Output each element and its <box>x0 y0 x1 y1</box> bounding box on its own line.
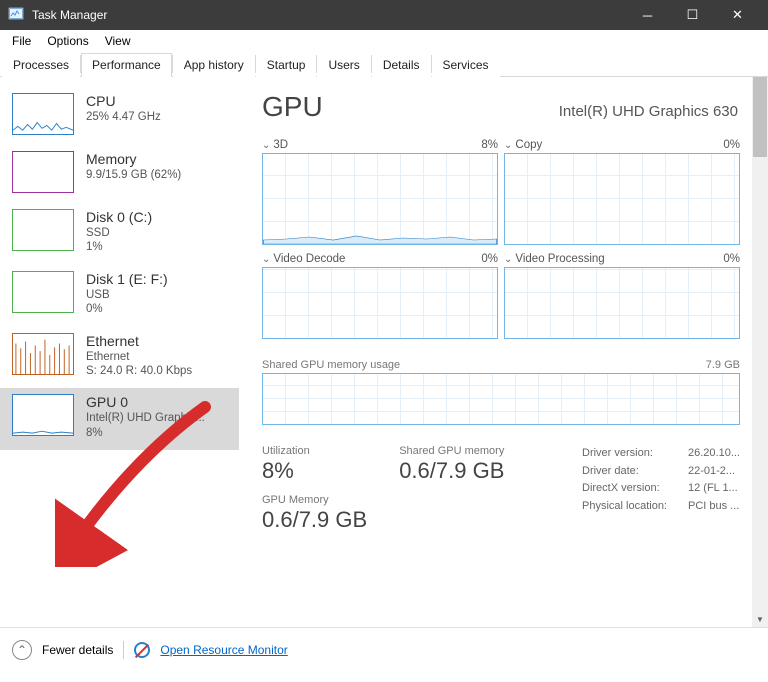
disk0-sub2: 1% <box>86 240 152 254</box>
chart-vd-value: 0% <box>481 253 498 265</box>
scrollbar[interactable]: ▼ <box>752 77 768 627</box>
chart-vd-label[interactable]: Video Decode <box>262 253 345 265</box>
meta-location-k: Physical location: <box>582 498 676 516</box>
eth-sub1: Ethernet <box>86 350 192 364</box>
util-value: 8% <box>262 458 367 484</box>
sidebar-item-gpu0[interactable]: GPU 0Intel(R) UHD Graphic...8% <box>0 388 239 450</box>
smem-value: 0.6/7.9 GB <box>399 458 504 484</box>
menu-options[interactable]: Options <box>39 32 96 50</box>
meta-driver-version-v: 26.20.10... <box>688 445 740 463</box>
tab-services[interactable]: Services <box>432 53 500 77</box>
window-title: Task Manager <box>32 8 625 22</box>
sidebar-item-ethernet[interactable]: EthernetEthernetS: 24.0 R: 40.0 Kbps <box>0 327 239 389</box>
meta-driver-version-k: Driver version: <box>582 445 676 463</box>
close-button[interactable]: ✕ <box>715 0 760 30</box>
disk1-sub2: 0% <box>86 302 168 316</box>
menu-view[interactable]: View <box>97 32 139 50</box>
chart-vp-value: 0% <box>723 253 740 265</box>
cpu-title: CPU <box>86 93 161 109</box>
app-icon <box>8 7 24 23</box>
disk1-sub1: USB <box>86 288 168 302</box>
content: CPU25% 4.47 GHz Memory9.9/15.9 GB (62%) … <box>0 77 768 627</box>
eth-sub2: S: 24.0 R: 40.0 Kbps <box>86 364 192 378</box>
gmem-label: GPU Memory <box>262 494 367 506</box>
resource-monitor-icon <box>134 642 150 658</box>
mem-label: Shared GPU memory usage <box>262 359 400 371</box>
util-label: Utilization <box>262 445 367 457</box>
open-resource-monitor-link[interactable]: Open Resource Monitor <box>160 643 287 657</box>
memory-sub: 9.9/15.9 GB (62%) <box>86 168 181 182</box>
minimize-button[interactable]: ─ <box>625 0 670 30</box>
chart-vp-label[interactable]: Video Processing <box>504 253 605 265</box>
meta-directx-k: DirectX version: <box>582 480 676 498</box>
smem-label: Shared GPU memory <box>399 445 504 457</box>
gpu0-sub2: 8% <box>86 426 205 440</box>
chart-copy <box>504 153 740 245</box>
sidebar-item-memory[interactable]: Memory9.9/15.9 GB (62%) <box>0 145 239 203</box>
gmem-value: 0.6/7.9 GB <box>262 507 367 533</box>
chart-3d-label[interactable]: 3D <box>262 139 288 151</box>
gpu0-title: GPU 0 <box>86 394 205 410</box>
collapse-icon[interactable]: ⌃ <box>12 640 32 660</box>
chart-shared-mem <box>262 373 740 425</box>
tab-details[interactable]: Details <box>372 53 431 77</box>
tab-performance[interactable]: Performance <box>81 53 172 77</box>
sidebar: CPU25% 4.47 GHz Memory9.9/15.9 GB (62%) … <box>0 77 240 627</box>
main-panel: GPU Intel(R) UHD Graphics 630 3D8% Copy0… <box>240 77 768 627</box>
fewer-details-link[interactable]: Fewer details <box>42 643 113 657</box>
memory-title: Memory <box>86 151 181 167</box>
sidebar-item-disk0[interactable]: Disk 0 (C:)SSD1% <box>0 203 239 265</box>
footer: ⌃ Fewer details Open Resource Monitor <box>0 627 768 671</box>
meta-driver-date-v: 22-01-2... <box>688 463 735 481</box>
tab-startup[interactable]: Startup <box>256 53 317 77</box>
disk0-sub1: SSD <box>86 226 152 240</box>
gpu-device-name: Intel(R) UHD Graphics 630 <box>559 103 738 120</box>
tab-processes[interactable]: Processes <box>2 53 80 77</box>
scrollbar-thumb[interactable] <box>753 77 767 157</box>
chart-3d-value: 8% <box>481 139 498 151</box>
chart-copy-label[interactable]: Copy <box>504 139 542 151</box>
menubar: File Options View <box>0 30 768 52</box>
chart-video-processing <box>504 267 740 339</box>
maximize-button[interactable]: ☐ <box>670 0 715 30</box>
tab-app-history[interactable]: App history <box>173 53 255 77</box>
sidebar-item-disk1[interactable]: Disk 1 (E: F:)USB0% <box>0 265 239 327</box>
titlebar: Task Manager ─ ☐ ✕ <box>0 0 768 30</box>
gpu0-sub1: Intel(R) UHD Graphic... <box>86 411 205 425</box>
meta-directx-v: 12 (FL 1... <box>688 480 738 498</box>
menu-file[interactable]: File <box>4 32 39 50</box>
sidebar-item-cpu[interactable]: CPU25% 4.47 GHz <box>0 87 239 145</box>
meta-driver-date-k: Driver date: <box>582 463 676 481</box>
cpu-sub: 25% 4.47 GHz <box>86 110 161 124</box>
scroll-down-icon[interactable]: ▼ <box>752 611 768 627</box>
tabs: Processes Performance App history Startu… <box>0 52 768 77</box>
tab-users[interactable]: Users <box>317 53 370 77</box>
chart-video-decode <box>262 267 498 339</box>
disk1-title: Disk 1 (E: F:) <box>86 271 168 287</box>
disk0-title: Disk 0 (C:) <box>86 209 152 225</box>
meta-location-v: PCI bus ... <box>688 498 739 516</box>
chart-copy-value: 0% <box>723 139 740 151</box>
chart-3d <box>262 153 498 245</box>
mem-max: 7.9 GB <box>706 359 740 371</box>
eth-title: Ethernet <box>86 333 192 349</box>
